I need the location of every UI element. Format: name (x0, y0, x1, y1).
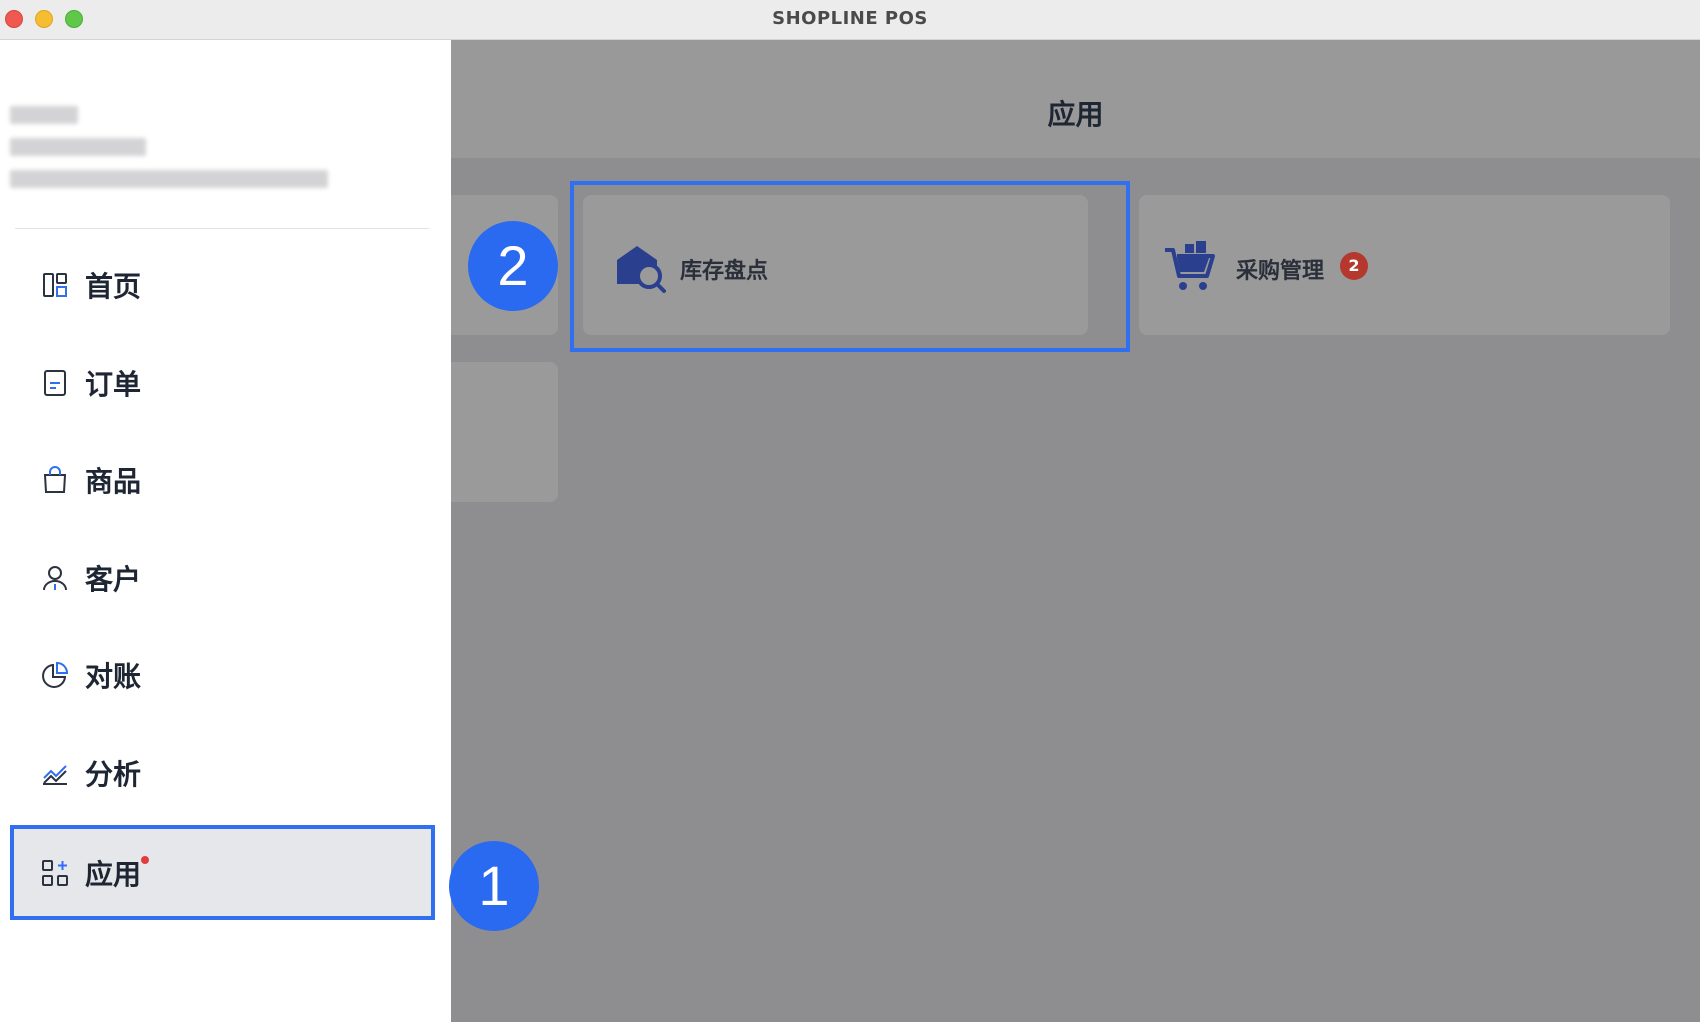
page-title: 应用 (1047, 98, 1104, 131)
redacted-text (10, 170, 328, 188)
app-card-purchase-management[interactable]: 采购管理 2 (1139, 195, 1670, 335)
user-icon (40, 563, 70, 593)
sidebar-item-reconciliation[interactable]: 对账 (10, 630, 435, 720)
sidebar-nav: 首页 订单 商品 客户 对账 分析 应用 (10, 240, 435, 928)
redacted-text (10, 106, 78, 124)
sidebar-item-apps[interactable]: 应用 (10, 825, 435, 920)
step-marker-1: 1 (449, 841, 539, 931)
sidebar-item-label: 应用 (85, 857, 142, 891)
sidebar-item-label: 对账 (85, 660, 142, 693)
sidebar-item-label: 订单 (85, 367, 142, 401)
highlight-box-inventory-count (570, 181, 1130, 352)
sidebar-item-products[interactable]: 商品 (10, 435, 435, 525)
sidebar: 首页 订单 商品 客户 对账 分析 应用 (0, 40, 451, 1022)
sidebar-item-label: 商品 (85, 465, 142, 498)
cart-icon (1163, 240, 1218, 295)
step-marker-2: 2 (468, 221, 558, 311)
window-title: SHOPLINE POS (772, 8, 928, 29)
main-header: 应用 (451, 40, 1700, 158)
sidebar-item-customers[interactable]: 客户 (10, 533, 435, 623)
sidebar-item-orders[interactable]: 订单 (10, 338, 435, 428)
sidebar-divider (15, 228, 429, 229)
apps-icon (40, 858, 70, 888)
redacted-text (10, 138, 146, 156)
sidebar-item-label: 首页 (85, 270, 142, 303)
sidebar-item-home[interactable]: 首页 (10, 240, 435, 330)
sidebar-item-analytics[interactable]: 分析 (10, 728, 435, 818)
notification-dot (141, 856, 149, 864)
sidebar-item-label: 分析 (85, 757, 142, 791)
sidebar-item-label: 客户 (85, 562, 142, 596)
dashboard-icon (40, 270, 70, 300)
store-info-redacted (10, 106, 328, 202)
pie-chart-icon (40, 660, 70, 690)
notification-badge: 2 (1340, 252, 1368, 280)
window-titlebar: SHOPLINE POS (0, 0, 1700, 40)
shopping-bag-icon (40, 465, 70, 495)
order-icon (40, 368, 70, 398)
analytics-icon (40, 758, 70, 788)
app-card-hidden[interactable] (451, 362, 558, 502)
app-card-label: 采购管理 (1236, 259, 1325, 284)
